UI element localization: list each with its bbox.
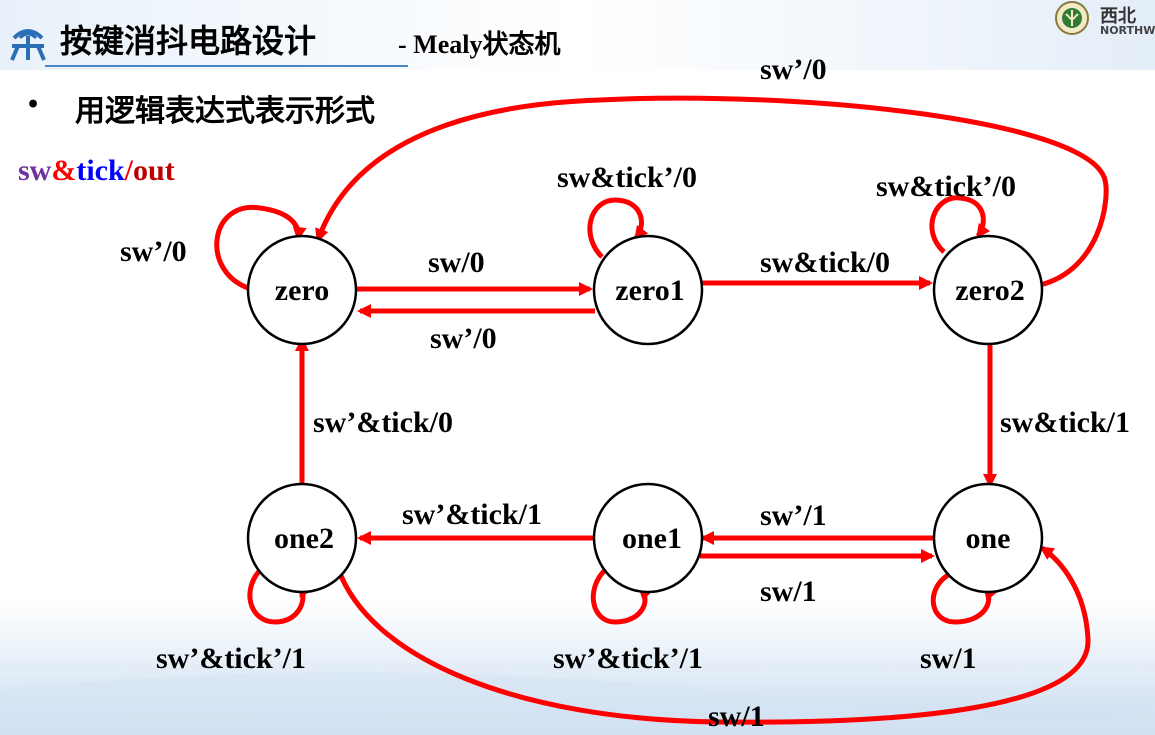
state-diagram: zero zero1 zero2 one one1 one2 sw’/0 sw/… [120, 53, 1130, 733]
svg-text:zero1: zero1 [615, 274, 684, 307]
state-zero: zero [246, 234, 358, 346]
label-one1-to-one2: sw’&tick/1 [402, 498, 542, 531]
svg-text:zero2: zero2 [955, 274, 1024, 307]
label-one1-self: sw’&tick’/1 [553, 642, 703, 675]
state-one1: one1 [592, 482, 704, 594]
label-zero2-self: sw&tick’/0 [876, 170, 1016, 203]
state-one2: one2 [246, 482, 358, 594]
state-zero2: zero2 [932, 234, 1044, 346]
label-zero-to-zero1: sw/0 [428, 246, 485, 279]
label-one2-self: sw’&tick’/1 [156, 642, 306, 675]
label-one-self: sw/1 [920, 642, 977, 675]
label-zero1-to-zero: sw’/0 [430, 322, 497, 355]
svg-text:one: one [966, 522, 1011, 555]
state-one: one [932, 482, 1044, 594]
label-one2-to-one: sw/1 [708, 700, 765, 733]
svg-text:one2: one2 [274, 522, 334, 555]
label-one2-to-zero: sw’&tick/0 [313, 406, 453, 439]
label-zero2-to-zero: sw’/0 [760, 53, 827, 86]
state-zero1: zero1 [592, 234, 704, 346]
label-one1-to-one: sw/1 [760, 575, 817, 608]
label-zero2-to-one: sw&tick/1 [1000, 406, 1130, 439]
label-zero1-self: sw&tick’/0 [557, 161, 697, 194]
svg-text:zero: zero [275, 274, 329, 307]
label-zero1-to-zero2: sw&tick/0 [760, 246, 890, 279]
label-zero-self: sw’/0 [120, 235, 187, 268]
svg-text:one1: one1 [622, 522, 682, 555]
label-one-to-one1: sw’/1 [760, 499, 827, 532]
